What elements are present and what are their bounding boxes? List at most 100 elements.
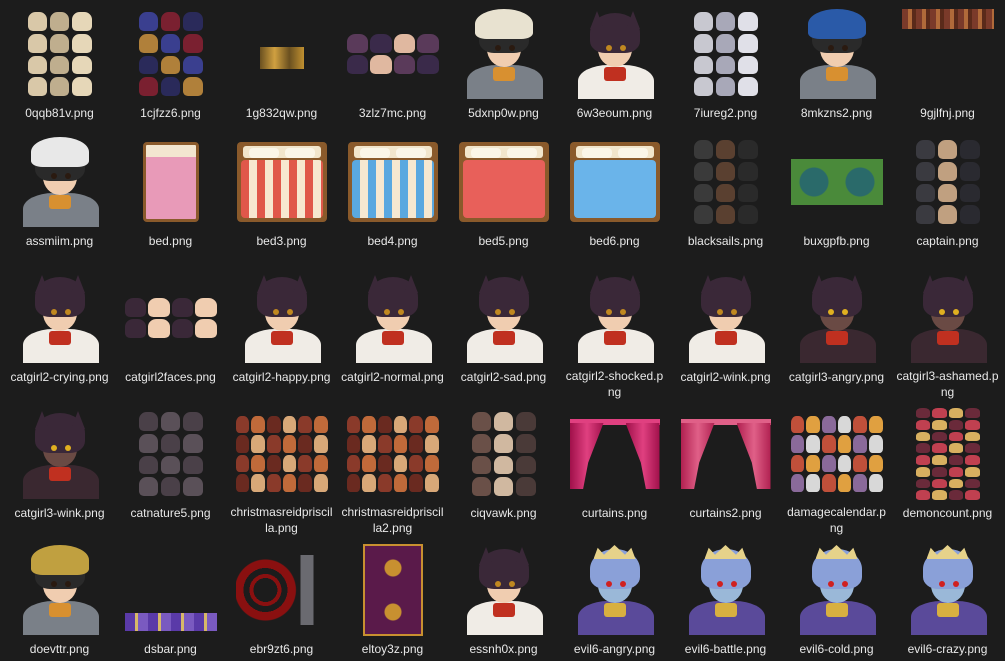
file-name-label: 5dxnp0w.png — [468, 106, 539, 120]
file-name-label: assmiim.png — [25, 234, 94, 248]
file-item[interactable]: evil6-crazy.png — [892, 536, 1003, 661]
file-item[interactable]: 9gjlfnj.png — [892, 0, 1003, 128]
image-preview — [459, 545, 549, 635]
file-name-label: dsbar.png — [144, 642, 197, 656]
file-item[interactable]: eltoy3z.png — [337, 536, 448, 661]
file-thumbnail — [347, 272, 439, 364]
file-thumbnail — [124, 272, 217, 364]
file-item[interactable]: evil6-battle.png — [670, 536, 781, 661]
file-item[interactable]: 8mkzns2.png — [781, 0, 892, 128]
image-preview — [347, 142, 438, 222]
file-thumbnail — [347, 136, 439, 228]
file-item[interactable]: essnh0x.png — [448, 536, 559, 661]
file-item[interactable]: doevttr.png — [4, 536, 115, 661]
image-preview — [792, 545, 882, 635]
file-name-label: evil6-cold.png — [799, 642, 874, 656]
image-preview — [15, 409, 105, 499]
file-name-label: 7iureg2.png — [693, 106, 758, 120]
file-thumbnail — [790, 136, 883, 228]
file-item[interactable]: 6w3eoum.png — [559, 0, 670, 128]
image-preview — [138, 12, 203, 96]
file-item[interactable]: 7iureg2.png — [670, 0, 781, 128]
file-item[interactable]: captain.png — [892, 128, 1003, 264]
file-thumbnail — [235, 408, 328, 499]
file-item[interactable]: catgirl3-ashamed.png — [892, 264, 1003, 400]
file-thumbnail — [236, 8, 328, 100]
file-item[interactable]: 0qqb81v.png — [4, 0, 115, 128]
file-name-label: bed6.png — [589, 234, 640, 248]
file-name-label: catgirl2faces.png — [125, 370, 216, 384]
file-thumbnail — [14, 136, 106, 228]
file-item[interactable]: catgirl2-wink.png — [670, 264, 781, 400]
file-thumbnail — [125, 136, 217, 228]
file-thumbnail — [680, 272, 772, 364]
file-name-label: 3zlz7mc.png — [358, 106, 427, 120]
file-name-label: curtains.png — [581, 506, 648, 520]
file-item[interactable]: dsbar.png — [115, 536, 226, 661]
file-item[interactable]: catgirl2faces.png — [115, 264, 226, 400]
image-preview — [903, 545, 993, 635]
image-preview — [569, 142, 660, 222]
file-thumbnail — [458, 408, 550, 500]
image-preview — [680, 419, 771, 489]
file-item[interactable]: bed.png — [115, 128, 226, 264]
file-item[interactable]: evil6-cold.png — [781, 536, 892, 661]
file-thumbnail — [124, 544, 217, 636]
file-name-label: damagecalendar.png — [787, 505, 886, 535]
image-preview — [142, 142, 199, 222]
image-preview — [15, 137, 105, 227]
image-preview — [790, 415, 883, 492]
file-item[interactable]: 3zlz7mc.png — [337, 0, 448, 128]
file-name-label: bed3.png — [256, 234, 307, 248]
file-thumbnail — [14, 272, 106, 364]
file-item[interactable]: catgirl2-shocked.png — [559, 264, 670, 400]
file-item[interactable]: catgirl2-happy.png — [226, 264, 337, 400]
file-name-label: catgirl2-crying.png — [10, 370, 109, 384]
file-item[interactable]: buxgpfb.png — [781, 128, 892, 264]
file-item[interactable]: assmiim.png — [4, 128, 115, 264]
image-preview — [792, 9, 882, 99]
file-name-label: 1g832qw.png — [245, 106, 318, 120]
file-item[interactable]: ciqvawk.png — [448, 400, 559, 536]
file-name-label: blacksails.png — [687, 234, 764, 248]
file-item[interactable]: catgirl3-angry.png — [781, 264, 892, 400]
file-item[interactable]: catgirl2-sad.png — [448, 264, 559, 400]
file-item[interactable]: evil6-angry.png — [559, 536, 670, 661]
image-preview — [346, 34, 439, 74]
image-preview — [901, 9, 994, 29]
file-thumbnail — [14, 544, 106, 636]
file-item[interactable]: demoncount.png — [892, 400, 1003, 536]
file-item[interactable]: bed4.png — [337, 128, 448, 264]
file-item[interactable]: bed3.png — [226, 128, 337, 264]
file-thumbnail — [346, 8, 439, 100]
file-item[interactable]: curtains2.png — [670, 400, 781, 536]
file-name-label: buxgpfb.png — [803, 234, 870, 248]
file-thumbnail — [569, 544, 661, 636]
file-item[interactable]: catgirl2-crying.png — [4, 264, 115, 400]
file-item[interactable]: catnature5.png — [115, 400, 226, 536]
image-preview — [570, 545, 660, 635]
file-item[interactable]: damagecalendar.png — [781, 400, 892, 536]
file-item[interactable]: 5dxnp0w.png — [448, 0, 559, 128]
file-item[interactable]: 1cjfzz6.png — [115, 0, 226, 128]
file-thumbnail — [569, 8, 661, 100]
file-item[interactable]: blacksails.png — [670, 128, 781, 264]
image-preview — [259, 47, 304, 69]
image-preview — [362, 544, 423, 636]
image-preview — [138, 412, 203, 496]
file-item[interactable]: christmasreidpriscilla2.png — [337, 400, 448, 536]
file-item[interactable]: christmasreidpriscilla.png — [226, 400, 337, 536]
file-thumbnail — [569, 408, 661, 500]
file-item[interactable]: curtains.png — [559, 400, 670, 536]
file-thumbnail — [347, 544, 439, 636]
file-thumbnail — [14, 408, 106, 500]
file-item[interactable]: 1g832qw.png — [226, 0, 337, 128]
file-item[interactable]: bed5.png — [448, 128, 559, 264]
file-item[interactable]: catgirl2-normal.png — [337, 264, 448, 400]
file-thumbnail — [902, 136, 994, 228]
file-item[interactable]: catgirl3-wink.png — [4, 400, 115, 536]
file-name-label: 0qqb81v.png — [25, 106, 94, 120]
file-thumbnail — [791, 8, 883, 100]
file-item[interactable]: bed6.png — [559, 128, 670, 264]
file-item[interactable]: ebr9zt6.png — [226, 536, 337, 661]
